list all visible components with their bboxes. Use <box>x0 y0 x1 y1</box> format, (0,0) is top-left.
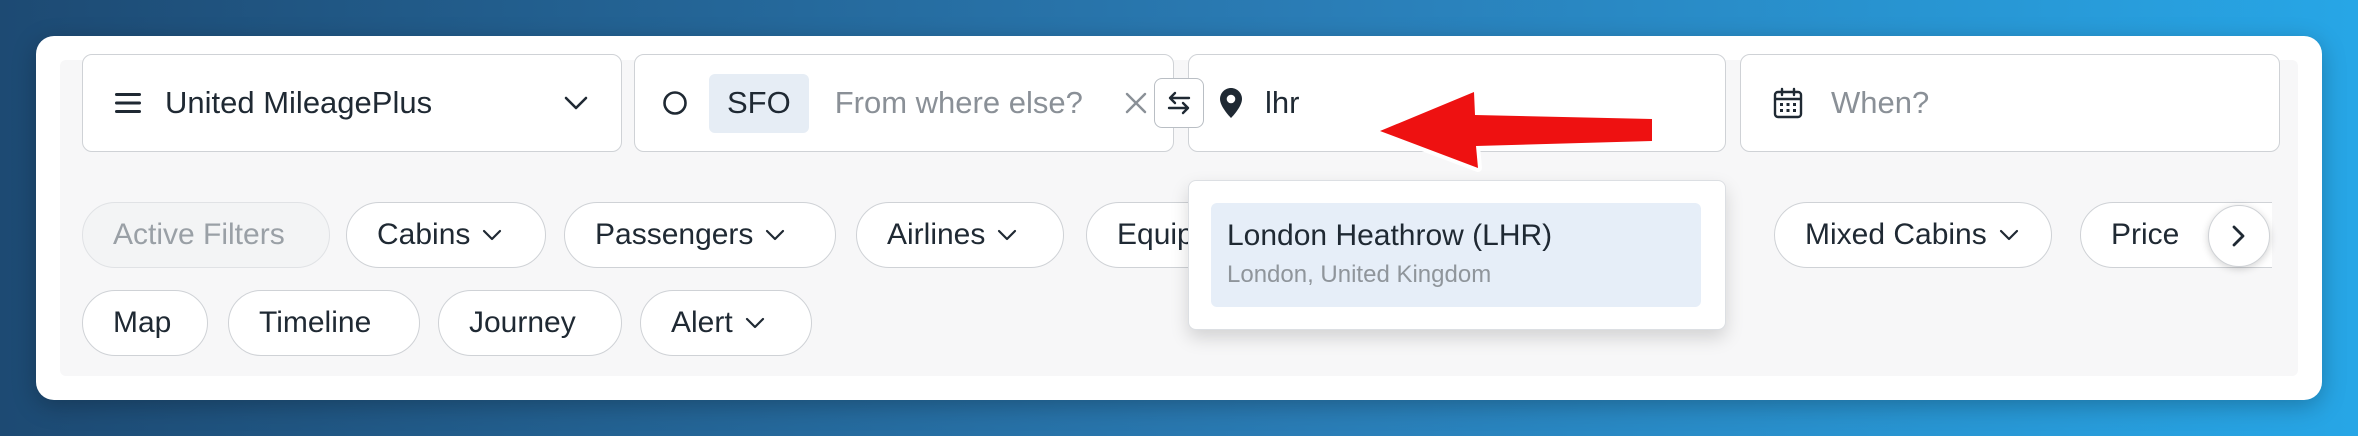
mixed-cabins-filter[interactable]: Mixed Cabins <box>1774 202 2052 268</box>
destination-autocomplete: London Heathrow (LHR) London, United Kin… <box>1188 180 1726 330</box>
map-view-label: Map <box>113 306 172 339</box>
origin-input[interactable] <box>832 84 1123 122</box>
passengers-filter-label: Passengers <box>595 218 754 251</box>
clear-icon[interactable] <box>1123 90 1149 116</box>
option-airport-name: London Heathrow (LHR) <box>1227 219 1553 252</box>
passengers-filter[interactable]: Passengers <box>564 202 836 268</box>
date-field[interactable] <box>1740 54 2280 152</box>
cabins-filter[interactable]: Cabins <box>346 202 546 268</box>
alert-label: Alert <box>671 306 733 339</box>
program-selector[interactable]: United MileagePlus <box>82 54 622 152</box>
journey-view-label: Journey <box>469 306 576 339</box>
view-bar: Map Timeline Journey Alert <box>82 290 982 356</box>
map-view-button[interactable]: Map <box>82 290 208 356</box>
airlines-filter-label: Airlines <box>887 218 986 251</box>
active-filters-chip[interactable]: Active Filters <box>82 202 330 268</box>
autocomplete-option[interactable]: London Heathrow (LHR) London, United Kin… <box>1211 203 1701 307</box>
menu-icon <box>115 93 141 113</box>
origin-chip[interactable]: SFO <box>709 73 809 133</box>
swap-button[interactable] <box>1154 78 1204 128</box>
program-selector-label: United MileagePlus <box>165 85 433 120</box>
option-location: London, United Kingdom <box>1227 261 1492 288</box>
annotation-arrow-icon <box>1376 88 1656 172</box>
swap-arrows-icon <box>1167 91 1191 115</box>
chevron-right-icon <box>2232 225 2245 247</box>
timeline-view-label: Timeline <box>259 306 372 339</box>
price-filter-label: Price <box>2111 218 2180 251</box>
date-input[interactable] <box>1829 84 2255 122</box>
alert-button[interactable]: Alert <box>640 290 812 356</box>
equipment-filter-label: Equip <box>1117 218 1194 251</box>
filter-bar: Active Filters Cabins Passengers Airline… <box>82 202 2272 272</box>
chevron-down-icon <box>1999 229 2018 241</box>
active-filters-label: Active Filters <box>113 218 285 251</box>
airlines-filter[interactable]: Airlines <box>856 202 1064 268</box>
origin-field[interactable]: SFO <box>634 54 1174 152</box>
journey-view-button[interactable]: Journey <box>438 290 622 356</box>
chevron-down-icon <box>745 317 764 329</box>
scroll-right-button[interactable] <box>2208 205 2270 267</box>
origin-circle-icon <box>663 91 687 115</box>
chevron-down-icon <box>483 229 502 241</box>
chevron-down-icon <box>766 229 785 241</box>
chevron-down-icon <box>998 229 1017 241</box>
map-pin-icon <box>1220 88 1242 118</box>
timeline-view-button[interactable]: Timeline <box>228 290 420 356</box>
chevron-down-icon <box>564 96 588 110</box>
mixed-cabins-filter-label: Mixed Cabins <box>1805 218 1987 251</box>
calendar-icon <box>1773 87 1803 119</box>
cabins-filter-label: Cabins <box>377 218 471 251</box>
